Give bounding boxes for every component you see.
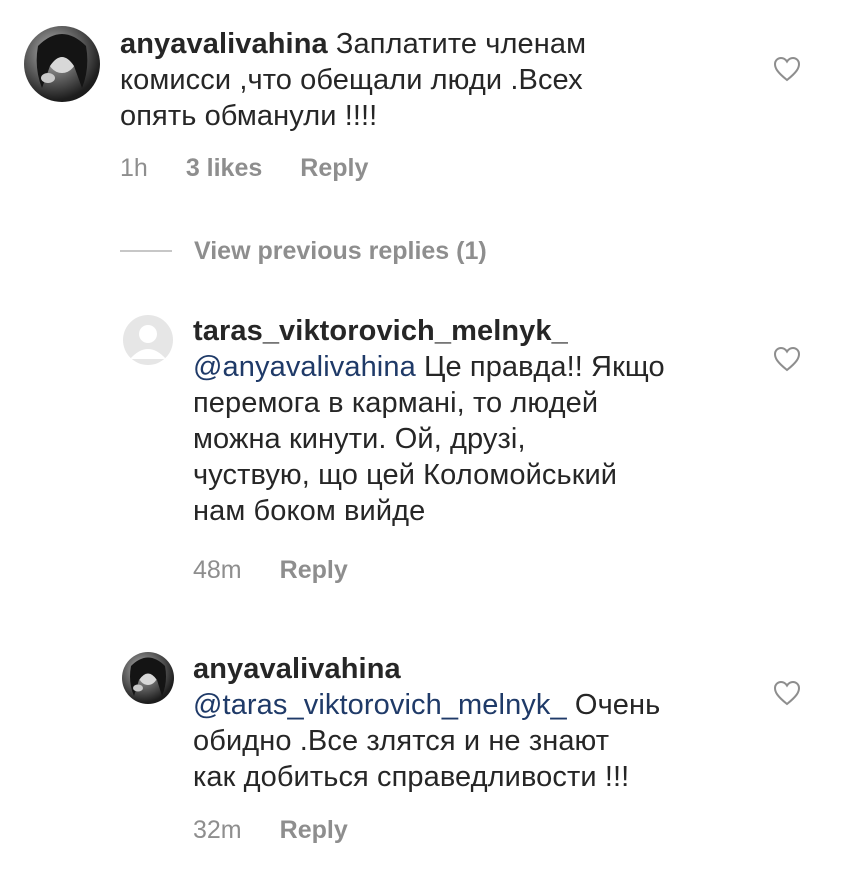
like-heart-icon[interactable]	[773, 680, 801, 706]
reply-text: taras_viktorovich_melnyk_ @anyavalivahin…	[193, 313, 733, 529]
reply-text-line5: нам боком вийде	[193, 495, 426, 527]
reply-text-line3: можна кинути. Ой, друзі,	[193, 423, 526, 455]
avatar[interactable]	[123, 315, 173, 365]
reply-meta: 32m Reply	[193, 815, 386, 845]
reply-mention[interactable]: @taras_viktorovich_melnyk_	[193, 689, 567, 721]
reply-text-line2: обидно .Все злятся и не знают	[193, 725, 610, 757]
reply-time: 48m	[193, 556, 242, 584]
comment-text-line2: комисси ,что обещали люди .Всех	[120, 64, 583, 96]
avatar[interactable]	[24, 26, 100, 102]
view-previous-replies-label[interactable]: View previous replies (1)	[194, 237, 487, 266]
reply: anyavalivahina @taras_viktorovich_melnyk…	[0, 640, 850, 871]
like-heart-icon[interactable]	[773, 56, 801, 82]
reply-meta: 48m Reply	[193, 555, 386, 585]
comment-text-line3: опять обманули !!!!	[120, 100, 378, 132]
reply-button[interactable]: Reply	[280, 556, 348, 584]
avatar[interactable]	[122, 652, 174, 704]
avatar-photo-icon	[130, 657, 166, 696]
reply-text-line3: как добиться справедливости !!!	[193, 761, 630, 793]
divider-line	[120, 250, 172, 252]
avatar-photo-icon	[36, 34, 88, 88]
reply-text-line1: Це правда!! Якщо	[415, 351, 665, 383]
reply-text-line1: Очень	[566, 689, 661, 721]
reply-text: anyavalivahina @taras_viktorovich_melnyk…	[193, 651, 733, 795]
comment-likes[interactable]: 3 likes	[186, 154, 262, 182]
comment-meta: 1h 3 likes Reply	[120, 153, 406, 183]
comment-username[interactable]: anyavalivahina	[120, 28, 328, 60]
comment-text: anyavalivahina Заплатите членам комисси …	[120, 26, 680, 134]
reply-username[interactable]: anyavalivahina	[193, 653, 401, 685]
reply-mention[interactable]: @anyavalivahina	[193, 351, 416, 383]
reply-time: 32m	[193, 816, 242, 844]
reply-text-line2: перемога в кармані, то людей	[193, 387, 599, 419]
reply-username[interactable]: taras_viktorovich_melnyk_	[193, 315, 568, 347]
reply-button[interactable]: Reply	[300, 154, 368, 182]
comment-time: 1h	[120, 154, 148, 182]
reply-text-line4: чуствую, що цей Коломойський	[193, 459, 618, 491]
view-previous-replies[interactable]: View previous replies (1)	[120, 234, 487, 268]
reply-button[interactable]: Reply	[280, 816, 348, 844]
reply: taras_viktorovich_melnyk_ @anyavalivahin…	[0, 300, 850, 600]
person-placeholder-icon	[130, 325, 166, 359]
comment: anyavalivahina Заплатите членам комисси …	[0, 0, 850, 200]
like-heart-icon[interactable]	[773, 346, 801, 372]
comment-text-line1: Заплатите членам	[327, 28, 587, 60]
